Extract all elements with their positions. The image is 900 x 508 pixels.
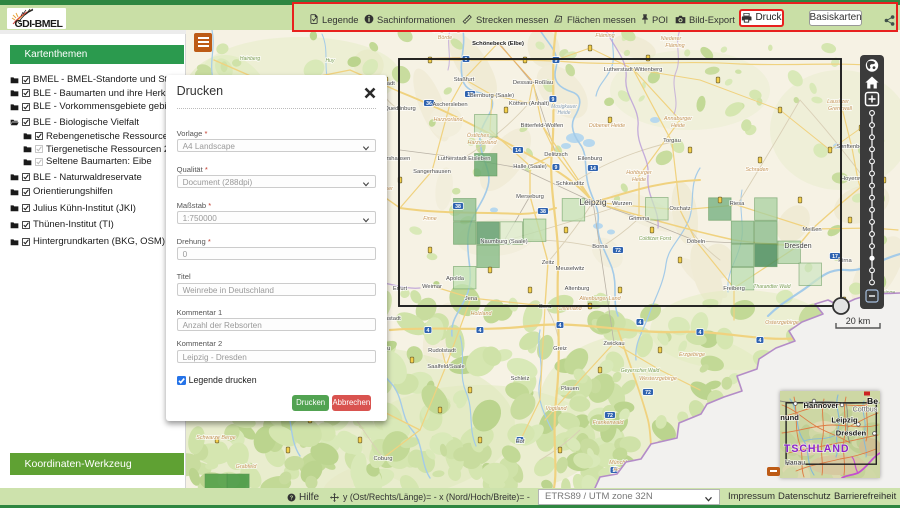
svg-text:Torgau: Torgau <box>663 138 681 144</box>
svg-text:Vogtland: Vogtland <box>545 406 567 412</box>
svg-text:Zwickau: Zwickau <box>603 341 624 347</box>
svg-text:Tharandter Wald: Tharandter Wald <box>753 284 790 290</box>
svg-text:Erfurt: Erfurt <box>393 286 408 292</box>
svg-text:Rudolstadt: Rudolstadt <box>428 348 456 354</box>
svg-text:Fläming: Fläming <box>665 43 684 49</box>
svg-text:Eilenburg: Eilenburg <box>578 156 603 162</box>
svg-text:14: 14 <box>590 166 596 172</box>
svg-text:Apolda: Apolda <box>446 276 465 282</box>
svg-text:Jena: Jena <box>465 296 478 302</box>
svg-text:38: 38 <box>540 209 546 215</box>
svg-text:?: ? <box>290 495 294 501</box>
svg-text:Hof: Hof <box>515 439 524 445</box>
svg-text:Annaburger: Annaburger <box>663 116 692 122</box>
svg-text:Altenburg: Altenburg <box>565 286 590 292</box>
svg-text:Schkeuditz: Schkeuditz <box>556 181 584 187</box>
svg-text:Osterzgebirge: Osterzgebirge <box>765 320 799 326</box>
svg-text:4: 4 <box>427 328 430 334</box>
svg-text:Hannover: Hannover <box>803 401 838 410</box>
svg-text:9: 9 <box>555 165 558 171</box>
svg-text:Börde: Börde <box>438 35 452 41</box>
svg-text:Wurzen: Wurzen <box>612 201 632 207</box>
svg-text:Holzland: Holzland <box>471 311 493 317</box>
svg-text:Harzvorland: Harzvorland <box>467 140 497 146</box>
svg-text:Meißen: Meißen <box>802 227 821 233</box>
svg-text:Heide: Heide <box>632 177 646 183</box>
svg-text:Halle (Saale): Halle (Saale) <box>513 164 547 170</box>
svg-text:Sangerhausen: Sangerhausen <box>413 169 451 175</box>
svg-text:Grabfeld: Grabfeld <box>236 464 258 470</box>
svg-text:Geyerscher Wald: Geyerscher Wald <box>621 368 660 374</box>
svg-text:Schraden: Schraden <box>745 167 768 173</box>
svg-text:Aschersleben: Aschersleben <box>432 102 467 108</box>
svg-text:Lausitzer: Lausitzer <box>827 99 849 105</box>
svg-text:72: 72 <box>615 248 621 254</box>
svg-text:Bernburg (Saale): Bernburg (Saale) <box>470 93 514 99</box>
svg-text:TSCHLAND: TSCHLAND <box>784 443 849 455</box>
svg-text:Coburg: Coburg <box>373 456 392 462</box>
svg-text:17: 17 <box>832 254 838 260</box>
svg-text:Döbeln: Döbeln <box>687 239 705 245</box>
svg-text:72: 72 <box>645 390 651 396</box>
svg-text:Heide: Heide <box>557 110 570 116</box>
svg-text:4: 4 <box>639 320 642 326</box>
svg-text:Hanau: Hanau <box>785 460 805 467</box>
svg-text:Frankenwald: Frankenwald <box>593 420 625 426</box>
svg-text:nund: nund <box>780 413 799 422</box>
svg-text:Harzvorland: Harzvorland <box>433 117 463 123</box>
svg-text:Merseburg: Merseburg <box>516 194 544 200</box>
svg-text:Schwarze Berge: Schwarze Berge <box>196 435 236 441</box>
svg-text:Fläming: Fläming <box>595 33 614 39</box>
svg-text:Colditzer Forst: Colditzer Forst <box>639 236 672 242</box>
svg-text:4: 4 <box>699 330 702 336</box>
svg-text:Be: Be <box>867 396 878 406</box>
svg-text:38: 38 <box>455 204 461 210</box>
svg-text:Plauen: Plauen <box>561 386 579 392</box>
svg-text:Meuselwitz: Meuselwitz <box>556 266 585 272</box>
svg-text:Altenburger Land: Altenburger Land <box>578 296 621 302</box>
svg-text:Grimma: Grimma <box>629 216 650 222</box>
svg-text:Quedlinburg: Quedlinburg <box>384 106 416 112</box>
svg-text:Zeitz: Zeitz <box>542 260 555 266</box>
svg-text:Staßfurt: Staßfurt <box>454 77 475 83</box>
svg-text:Huy: Huy <box>326 58 335 64</box>
svg-text:Erzgebirge: Erzgebirge <box>679 352 705 358</box>
svg-text:Finne: Finne <box>423 216 437 222</box>
svg-text:14: 14 <box>515 148 521 154</box>
svg-text:Lutherstadt Eisleben: Lutherstadt Eisleben <box>438 156 491 162</box>
svg-text:Bitterfeld-Wolfen: Bitterfeld-Wolfen <box>521 123 564 129</box>
svg-text:36: 36 <box>426 101 432 107</box>
svg-text:Delitzsch: Delitzsch <box>544 152 568 158</box>
svg-text:Saalfeld/Saale: Saalfeld/Saale <box>427 364 464 370</box>
svg-text:Gera: Gera <box>539 304 553 310</box>
svg-text:Dübener Heide: Dübener Heide <box>589 123 625 129</box>
svg-text:Östliches: Östliches <box>467 132 489 139</box>
svg-text:4: 4 <box>479 328 482 334</box>
svg-text:9: 9 <box>552 97 555 103</box>
svg-text:Dresden: Dresden <box>784 241 811 250</box>
svg-text:Leipzig: Leipzig <box>579 197 606 207</box>
svg-text:Köthen (Anhalt): Köthen (Anhalt) <box>509 101 549 107</box>
svg-text:Oschatz: Oschatz <box>669 206 690 212</box>
svg-text:Freiberg: Freiberg <box>723 286 745 292</box>
svg-text:Borna: Borna <box>592 244 608 250</box>
svg-text:72: 72 <box>607 413 613 419</box>
svg-text:Leipzig: Leipzig <box>831 416 858 425</box>
svg-text:Dresden: Dresden <box>836 429 867 438</box>
svg-text:Lutherstadt Wittenberg: Lutherstadt Wittenberg <box>604 67 663 73</box>
svg-text:Heide: Heide <box>671 123 685 129</box>
svg-text:Westerzgebirge: Westerzgebirge <box>639 376 677 382</box>
svg-text:Hohburger: Hohburger <box>626 170 652 176</box>
svg-text:4: 4 <box>759 338 762 344</box>
svg-text:Schönebeck (Elbe): Schönebeck (Elbe) <box>472 41 524 47</box>
svg-text:Dessau-Roßlau: Dessau-Roßlau <box>513 80 553 86</box>
svg-text:Weimar: Weimar <box>422 284 442 290</box>
svg-text:Hainberg: Hainberg <box>240 56 261 62</box>
svg-text:Naumburg (Saale): Naumburg (Saale) <box>480 239 527 245</box>
svg-text:Riesa: Riesa <box>730 201 746 207</box>
svg-text:Schleiz: Schleiz <box>511 376 530 382</box>
svg-text:Greiz: Greiz <box>553 346 567 352</box>
svg-text:Niederer: Niederer <box>661 36 682 42</box>
svg-text:4: 4 <box>559 323 562 329</box>
